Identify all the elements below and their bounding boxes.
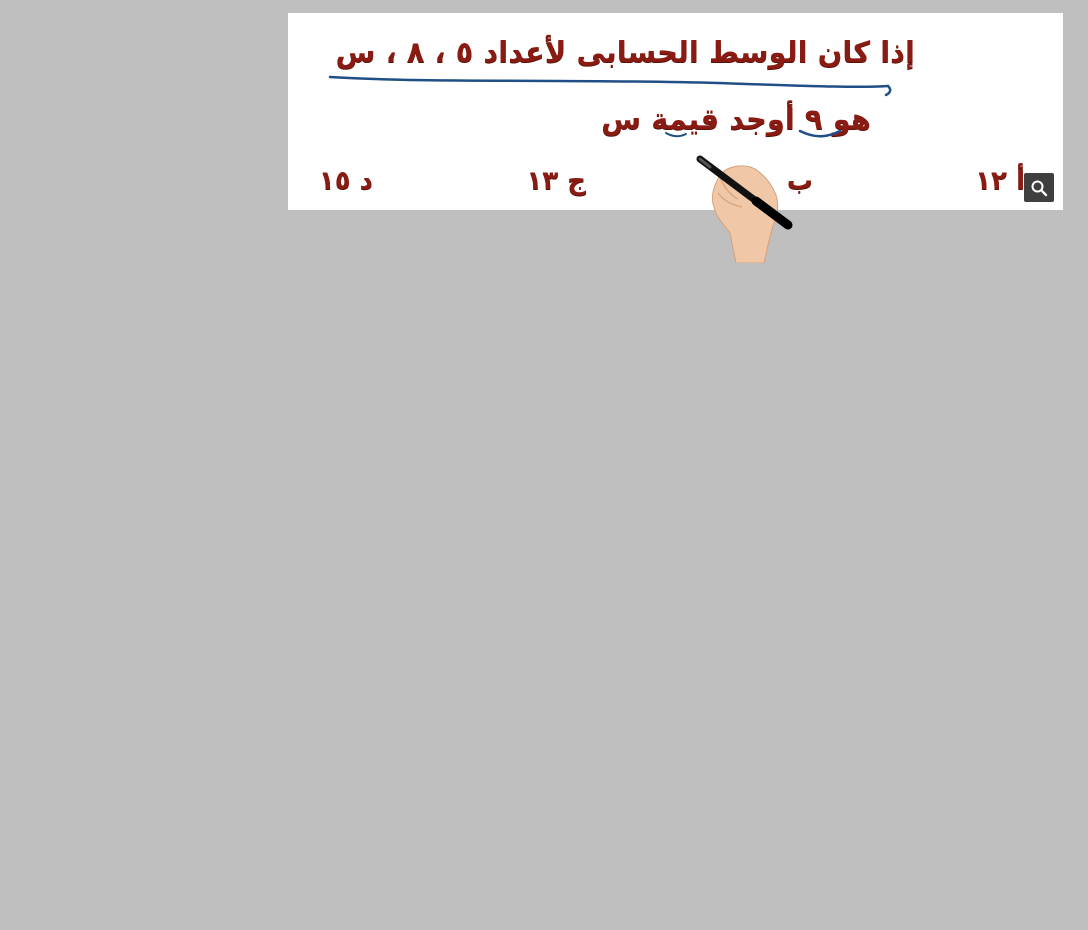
question-line-1: إذا كان الوسط الحسابى لأعداد ٥ ، ٨ ، س (335, 35, 915, 69)
video-frame: إذا كان الوسط الحسابى لأعداد ٥ ، ٨ ، س ه… (288, 13, 1063, 263)
choice-a: أ ١٢ (975, 166, 1025, 196)
hand-with-pen-icon (696, 155, 793, 263)
zoom-button[interactable] (1024, 173, 1054, 202)
magnifier-icon (1031, 180, 1048, 196)
choice-c: ج ١٣ (526, 166, 586, 196)
question-line-2: هو ٩ أوجد قيمة س (601, 102, 871, 136)
choice-d: د ١٥ (318, 166, 373, 196)
